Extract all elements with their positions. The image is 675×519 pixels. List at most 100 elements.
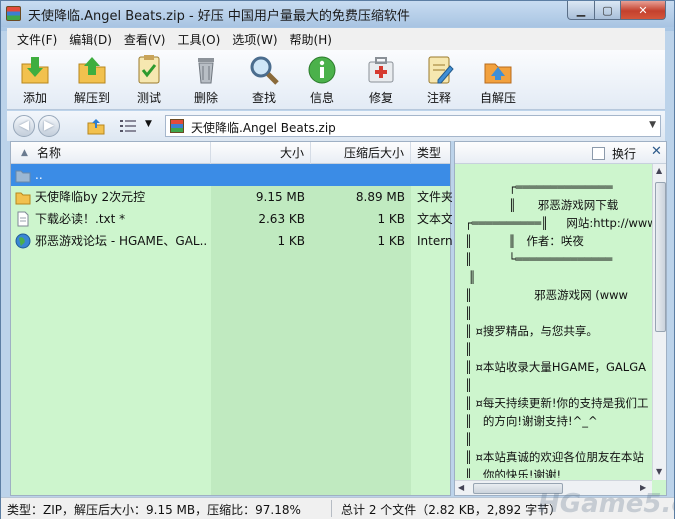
minimize-button[interactable]: ▁ <box>567 1 595 20</box>
up-folder-icon <box>15 170 31 183</box>
file-name: 下载必读！.txt * <box>35 212 126 226</box>
view-mode-button[interactable] <box>120 119 136 133</box>
file-name: 邪恶游戏论坛 - HGAME、GAL... <box>35 234 207 248</box>
scroll-left-icon[interactable]: ◀ <box>458 483 464 492</box>
table-row[interactable]: 天使降临by 2次元控 9.15 MB 8.89 MB 文件夹 <box>11 186 452 208</box>
view-dropdown-icon[interactable]: ▼ <box>145 119 152 129</box>
address-field[interactable]: 天使降临.Angel Beats.zip ▼ <box>165 115 661 137</box>
close-preview-icon[interactable]: ✕ <box>651 144 662 159</box>
maximize-icon: ▢ <box>602 3 613 17</box>
info-label: 信息 <box>309 91 334 105</box>
title-bar[interactable]: 天使降临.Angel Beats.zip - 好压 中国用户量最大的免费压缩软件… <box>1 1 674 27</box>
extract-to-icon <box>78 57 106 84</box>
sfx-button[interactable]: 自解压 <box>470 54 526 106</box>
window-title: 天使降临.Angel Beats.zip - 好压 中国用户量最大的免费压缩软件 <box>28 9 410 24</box>
file-size: 9.15 MB <box>255 190 305 204</box>
preview-text: ┌══════════════ ║ 邪恶游戏网下载 ┌══════════║ 网站… <box>465 178 655 478</box>
extract-to-label: 解压到 <box>73 91 110 105</box>
sort-asc-icon: ▲ <box>21 148 28 158</box>
toolbar: 添加 解压到 测试 删除 查找 信息 修复 注释 自解压 <box>7 50 665 110</box>
preview-line: ┌══════════════ <box>465 180 613 194</box>
up-folder-button[interactable] <box>87 117 105 135</box>
menu-bar: 文件(F) 编辑(D) 查看(V) 工具(O) 选项(W) 帮助(H) <box>7 28 665 50</box>
file-name: 天使降临by 2次元控 <box>35 190 146 204</box>
menu-view[interactable]: 查看(V) <box>118 31 172 48</box>
status-total-info: 总计 2 个文件（2.82 KB，2,892 字节） <box>341 503 562 517</box>
column-name-label: 名称 <box>37 146 62 160</box>
scroll-down-icon[interactable]: ▼ <box>656 467 662 476</box>
sfx-label: 自解压 <box>479 91 516 105</box>
wrap-label: 换行 <box>612 147 637 161</box>
repair-icon <box>368 57 394 83</box>
test-label: 测试 <box>136 91 161 105</box>
address-bar: ◀ ▶ ▼ 天使降临.Angel Beats.zip ▼ <box>7 111 665 141</box>
scroll-up-icon[interactable]: ▲ <box>656 166 662 175</box>
address-path: 天使降临.Angel Beats.zip <box>191 121 336 135</box>
address-dropdown-icon[interactable]: ▼ <box>649 120 656 130</box>
file-packed-size: 8.89 MB <box>355 190 405 204</box>
comment-button[interactable]: 注释 <box>411 54 467 106</box>
column-header-packed[interactable]: 压缩后大小 <box>311 142 411 164</box>
menu-edit[interactable]: 编辑(D) <box>63 31 118 48</box>
wrap-checkbox[interactable] <box>592 147 605 160</box>
find-label: 查找 <box>251 91 276 105</box>
menu-file[interactable]: 文件(F) <box>11 31 63 48</box>
vertical-scrollbar[interactable]: ▲ ▼ <box>652 164 666 480</box>
repair-label: 修复 <box>368 91 393 105</box>
preview-line: ║ 邪恶游戏网 (www <box>465 288 628 302</box>
column-header-name[interactable]: ▲ 名称 <box>11 142 211 164</box>
file-size: 2.63 KB <box>258 212 305 226</box>
table-row[interactable]: 下载必读！.txt * 2.63 KB 1 KB 文本文 <box>11 208 452 230</box>
preview-line: ║ ¤每天持续更新!你的支持是我们工 <box>465 396 649 410</box>
info-icon <box>308 56 336 84</box>
forward-arrow-icon: ▶ <box>44 118 54 133</box>
file-name: .. <box>35 168 43 182</box>
find-button[interactable]: 查找 <box>236 54 292 106</box>
extract-to-button[interactable]: 解压到 <box>64 54 120 106</box>
menu-tools[interactable]: 工具(O) <box>171 31 226 48</box>
file-type: 文本文 <box>417 212 452 226</box>
table-row[interactable]: .. <box>11 164 450 186</box>
vertical-scroll-thumb[interactable] <box>655 182 666 332</box>
table-row[interactable]: 邪恶游戏论坛 - HGAME、GAL... 1 KB 1 KB Intern <box>11 230 452 252</box>
file-type: 文件夹 <box>417 190 452 204</box>
preview-line: ║ ║ 作者：咲夜 <box>465 234 584 248</box>
internet-shortcut-icon <box>15 233 31 249</box>
add-label: 添加 <box>22 91 47 105</box>
maximize-button[interactable]: ▢ <box>594 1 621 20</box>
minimize-icon: ▁ <box>576 3 586 17</box>
delete-label: 删除 <box>193 91 218 105</box>
file-packed-size: 1 KB <box>377 212 405 226</box>
preview-header: 换行 ✕ <box>455 142 666 164</box>
menu-help[interactable]: 帮助(H) <box>284 31 338 48</box>
file-packed-size: 1 KB <box>377 234 405 248</box>
preview-line: ┌══════════║ 网站:http://www <box>465 216 655 230</box>
column-packed-label: 压缩后大小 <box>343 146 404 160</box>
preview-line: ║ <box>465 432 472 446</box>
add-button[interactable]: 添加 <box>7 54 63 106</box>
column-header-type[interactable]: 类型 <box>411 142 452 164</box>
info-button[interactable]: 信息 <box>294 54 350 106</box>
preview-line: ║ ¤本站真诚的欢迎各位朋友在本站 <box>465 450 644 464</box>
column-header-size[interactable]: 大小 <box>211 142 311 164</box>
back-button[interactable]: ◀ <box>13 115 35 137</box>
close-button[interactable]: ✕ <box>620 1 666 20</box>
forward-button[interactable]: ▶ <box>38 115 60 137</box>
test-button[interactable]: 测试 <box>121 54 177 106</box>
repair-button[interactable]: 修复 <box>353 54 409 106</box>
close-icon: ✕ <box>638 3 648 17</box>
preview-line: ║ 你的快乐!谢谢! <box>465 468 562 478</box>
preview-line: ║ 的方向!谢谢支持!^_^ <box>465 414 598 428</box>
up-folder-icon <box>87 119 105 135</box>
test-icon <box>138 55 160 84</box>
delete-button[interactable]: 删除 <box>178 54 234 106</box>
list-view-icon <box>120 120 136 132</box>
zip-archive-icon <box>170 119 184 133</box>
column-type-label: 类型 <box>417 146 442 160</box>
preview-line: ║ <box>465 378 472 392</box>
preview-line: ║ 邪恶游戏网下载 <box>465 198 619 212</box>
file-size: 1 KB <box>277 234 305 248</box>
column-size-label: 大小 <box>279 146 304 160</box>
preview-line: ║ <box>465 306 472 320</box>
menu-options[interactable]: 选项(W) <box>226 31 283 48</box>
